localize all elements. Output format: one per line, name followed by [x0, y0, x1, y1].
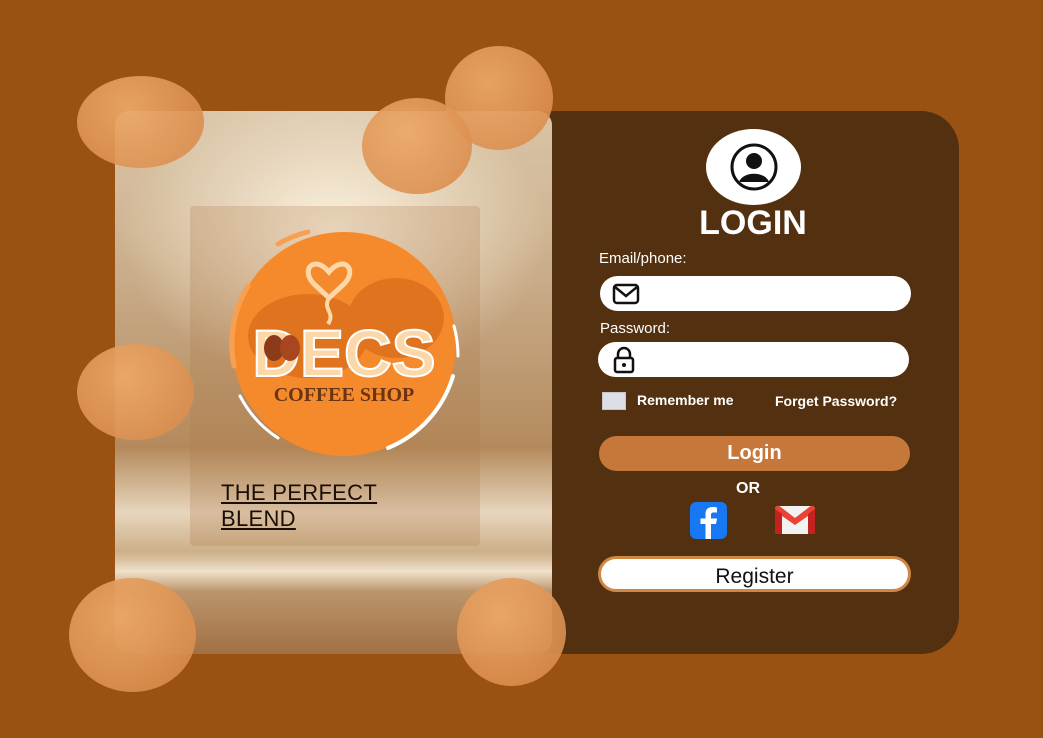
facebook-login-button[interactable] [690, 502, 727, 544]
tagline: THE PERFECT BLEND [221, 480, 378, 531]
avatar-badge [706, 129, 801, 205]
page-title: LOGIN [699, 204, 807, 242]
decor-bubble [77, 76, 204, 168]
decor-bubble [77, 344, 194, 440]
gmail-icon [775, 505, 815, 534]
or-divider: OR [736, 480, 760, 497]
gmail-login-button[interactable] [774, 504, 816, 541]
email-label: Email/phone: [599, 250, 687, 267]
decs-coffee-logo: DECS COFFEE SHOP [218, 226, 468, 462]
register-button[interactable]: Register [598, 556, 911, 592]
decor-bubble [69, 578, 196, 692]
logo-subtext: COFFEE SHOP [274, 384, 415, 406]
envelope-icon [612, 283, 640, 305]
facebook-icon [690, 502, 727, 539]
password-field[interactable] [646, 346, 900, 374]
email-field[interactable] [648, 280, 902, 308]
padlock-icon [613, 346, 635, 374]
password-label: Password: [600, 320, 671, 337]
forget-password-link[interactable]: Forget Password? [775, 393, 897, 409]
user-circle-icon [730, 143, 778, 191]
password-field-wrapper [598, 342, 909, 377]
login-button[interactable]: Login [599, 436, 910, 471]
remember-me-label[interactable]: Remember me [637, 392, 734, 408]
remember-me-checkbox[interactable] [602, 392, 626, 410]
decor-bubble [362, 98, 472, 194]
decor-bubble [457, 578, 566, 686]
email-field-wrapper [600, 276, 911, 311]
